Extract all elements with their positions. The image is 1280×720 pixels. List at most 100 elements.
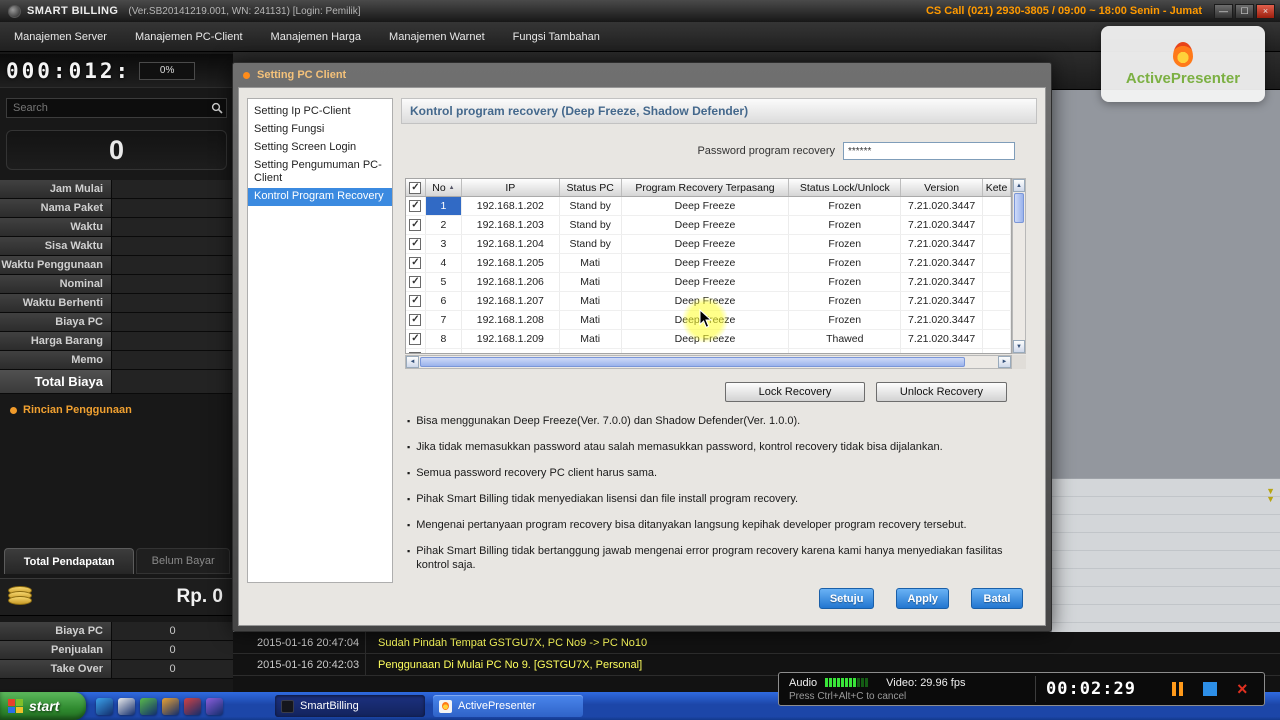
vertical-scroll-thumb[interactable] (1014, 193, 1024, 223)
column-header-status-pc[interactable]: Status PC (560, 179, 622, 196)
pause-button[interactable] (1172, 682, 1183, 696)
table-row[interactable]: ✓ 6 192.168.1.207 Mati Deep Freeze Frozen 7.21… (406, 292, 1011, 311)
stop-button[interactable] (1203, 682, 1217, 696)
nav-item-setting-pengumuman-pc-client[interactable]: Setting Pengumuman PC-Client (248, 157, 392, 188)
log-timestamp: 2015-01-16 20:47:04 (257, 636, 360, 649)
nav-item-setting-ip-pc-client[interactable]: Setting Ip PC-Client (248, 103, 392, 121)
search-icon[interactable] (208, 102, 226, 114)
menu-item-manajemen-warnet[interactable]: Manajemen Warnet (389, 31, 485, 43)
search-input[interactable] (7, 102, 208, 114)
nav-item-setting-fungsi[interactable]: Setting Fungsi (248, 121, 392, 139)
checkbox-checked-icon[interactable]: ✓ (409, 181, 422, 194)
column-header-version[interactable]: Version (901, 179, 984, 196)
coins-icon (8, 586, 36, 608)
recovery-buttons: Lock Recovery Unlock Recovery (725, 382, 1007, 402)
lock-recovery-button[interactable]: Lock Recovery (725, 382, 865, 402)
messenger-icon[interactable] (162, 697, 179, 715)
menu-item-manajemen-harga[interactable]: Manajemen Harga (271, 31, 362, 43)
nav-item-setting-screen-login[interactable]: Setting Screen Login (248, 139, 392, 157)
close-button[interactable]: × (1256, 3, 1275, 19)
checkbox-checked-icon[interactable]: ✓ (409, 314, 422, 326)
checkbox-checked-icon[interactable]: ✓ (409, 238, 422, 250)
checkbox-checked-icon[interactable]: ✓ (409, 257, 422, 269)
nav-item-kontrol-program-recovery[interactable]: Kontrol Program Recovery (248, 188, 392, 206)
column-header-no[interactable]: No ▲ (426, 179, 462, 196)
password-row: Password program recovery (697, 142, 1015, 160)
table-row[interactable]: ✓ 7 192.168.1.208 Mati Deep Freeze Frozen 7.21… (406, 311, 1011, 330)
notes-list: ▪ Bisa menggunakan Deep Freeze(Ver. 7.0.0… (407, 414, 1035, 572)
horizontal-scrollbar[interactable]: ◄ ► (405, 355, 1012, 369)
row-checkbox-cell: ✓ (406, 292, 426, 310)
taskbar-task-activepresenter[interactable]: ActivePresenter (433, 695, 583, 717)
sidebar-row-value (112, 256, 233, 274)
table-row[interactable]: ✓ 3 192.168.1.204 Stand by Deep Freeze Frozen… (406, 235, 1011, 254)
password-input[interactable] (843, 142, 1015, 160)
recording-toolbar: Audio Video: 29.96 fps Press Ctrl+Alt+C … (778, 672, 1265, 706)
checkbox-checked-icon[interactable]: ✓ (409, 200, 422, 212)
table-row[interactable]: ✓ 8 192.168.1.209 Mati Deep Freeze Thawed 7.21… (406, 330, 1011, 349)
task-icon (439, 699, 452, 713)
maximize-button[interactable]: ☐ (1235, 3, 1254, 19)
sidebar-row: Waktu (0, 218, 233, 237)
media-player-icon[interactable] (140, 697, 157, 715)
minimize-button[interactable]: — (1214, 3, 1233, 19)
taskbar-task-smartbilling[interactable]: SmartBilling (275, 695, 425, 717)
scroll-down-icon[interactable]: ▼ (1013, 340, 1025, 353)
start-button[interactable]: start (0, 692, 86, 720)
collapse-chevron-icon[interactable]: ▼ ▼ (1266, 487, 1275, 504)
cell-lock-status: Frozen (789, 254, 902, 272)
unlock-recovery-button[interactable]: Unlock Recovery (876, 382, 1007, 402)
log-row[interactable]: 2015-01-16 20:47:04 Sudah Pindah Tempat G… (233, 632, 1280, 654)
cell-status-pc: Mati (560, 292, 622, 310)
table-row[interactable]: ✓ 5 192.168.1.206 Mati Deep Freeze Frozen 7.21… (406, 273, 1011, 292)
mail-icon[interactable] (184, 697, 201, 715)
cell-no: 3 (426, 235, 462, 253)
checkbox-checked-icon[interactable]: ✓ (409, 333, 422, 345)
table-row[interactable]: ✓ 2 192.168.1.203 Stand by Deep Freeze Frozen… (406, 216, 1011, 235)
cell-version: 7.21.020.3447 (901, 254, 984, 272)
table-row[interactable]: ✓ 1 192.168.1.202 Stand by Deep Freeze Frozen… (406, 197, 1011, 216)
tab-belum-bayar[interactable]: Belum Bayar (136, 548, 230, 574)
checkbox-checked-icon[interactable]: ✓ (409, 219, 422, 231)
tab-total-pendapatan[interactable]: Total Pendapatan (4, 548, 135, 574)
version-text: (Ver.SB20141219.001, WN: 241131) [Login:… (128, 5, 361, 17)
column-header-label: No (432, 181, 446, 194)
horizontal-scroll-thumb[interactable] (420, 357, 965, 367)
internet-explorer-icon[interactable] (96, 697, 113, 715)
sidebar-row-label: Nama Paket (0, 199, 112, 217)
cell-status-pc: Stand by (560, 235, 622, 253)
task-label: SmartBilling (300, 700, 359, 712)
note-text: Pihak Smart Billing tidak bertanggung ja… (416, 545, 1003, 571)
batal-button[interactable]: Batal (971, 588, 1023, 609)
pc-table: ✓ No ▲ IP Status PC Program Recovery Terpasan… (405, 178, 1026, 369)
volume-icon[interactable] (206, 697, 223, 715)
column-header-program-recovery-terpasang[interactable]: Program Recovery Terpasang (622, 179, 790, 196)
recorder-close-button[interactable]: × (1237, 680, 1248, 698)
menu-item-manajemen-server[interactable]: Manajemen Server (14, 31, 107, 43)
cell-program: Deep Freeze (622, 273, 790, 291)
vertical-scrollbar[interactable]: ▲ ▼ (1012, 178, 1026, 354)
column-header-label: Program Recovery Terpasang (635, 181, 775, 194)
cell-keterangan (983, 273, 1011, 291)
checkbox-checked-icon[interactable]: ✓ (409, 276, 422, 288)
apply-button[interactable]: Apply (896, 588, 949, 609)
show-desktop-icon[interactable] (118, 697, 135, 715)
cell-version: 7.21.020.3447 (901, 273, 984, 291)
column-header-kete[interactable]: Kete (983, 179, 1011, 196)
sidebar-row: Biaya PC (0, 313, 233, 332)
setuju-button[interactable]: Setuju (818, 588, 875, 609)
scroll-up-icon[interactable]: ▲ (1013, 179, 1025, 192)
stat-row-value: 0 (112, 622, 233, 640)
menu-item-manajemen-pc-client[interactable]: Manajemen PC-Client (135, 31, 243, 43)
scroll-right-icon[interactable]: ► (998, 356, 1011, 368)
checkbox-checked-icon[interactable]: ✓ (409, 295, 422, 307)
checkbox-checked-icon[interactable]: ✓ (409, 352, 422, 353)
meter-bar (837, 678, 841, 687)
column-header-status-lock-unlock[interactable]: Status Lock/Unlock (789, 179, 902, 196)
scroll-left-icon[interactable]: ◄ (406, 356, 419, 368)
table-row[interactable]: ✓ 9192.168.1.210Stand byDeep FreezeFrozen… (406, 349, 1011, 353)
title-bar: SMART BILLING (Ver.SB20141219.001, WN: 2… (0, 0, 1280, 22)
menu-item-fungsi-tambahan[interactable]: Fungsi Tambahan (513, 31, 600, 43)
column-header-ip[interactable]: IP (462, 179, 560, 196)
table-row[interactable]: ✓ 4 192.168.1.205 Mati Deep Freeze Frozen 7.21… (406, 254, 1011, 273)
